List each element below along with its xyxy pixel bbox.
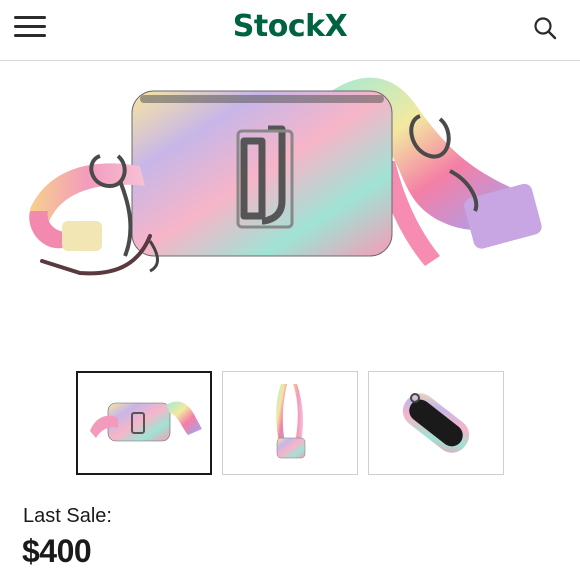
logo-x: X <box>324 9 348 44</box>
thumbnail-top-open-view[interactable] <box>368 371 504 475</box>
stockx-logo[interactable]: StockX <box>0 9 580 44</box>
search-icon[interactable] <box>532 15 558 41</box>
last-sale-price: $400 <box>22 533 92 569</box>
thumbnail-strap-view[interactable] <box>222 371 358 475</box>
product-main-image[interactable] <box>0 61 580 351</box>
last-sale-label: Last Sale: <box>23 505 112 527</box>
logo-text: Stock <box>232 9 325 44</box>
thumbnail-gallery <box>76 371 506 477</box>
top-navigation-bar: StockX <box>0 0 580 61</box>
thumbnail-front-view[interactable] <box>76 371 212 475</box>
